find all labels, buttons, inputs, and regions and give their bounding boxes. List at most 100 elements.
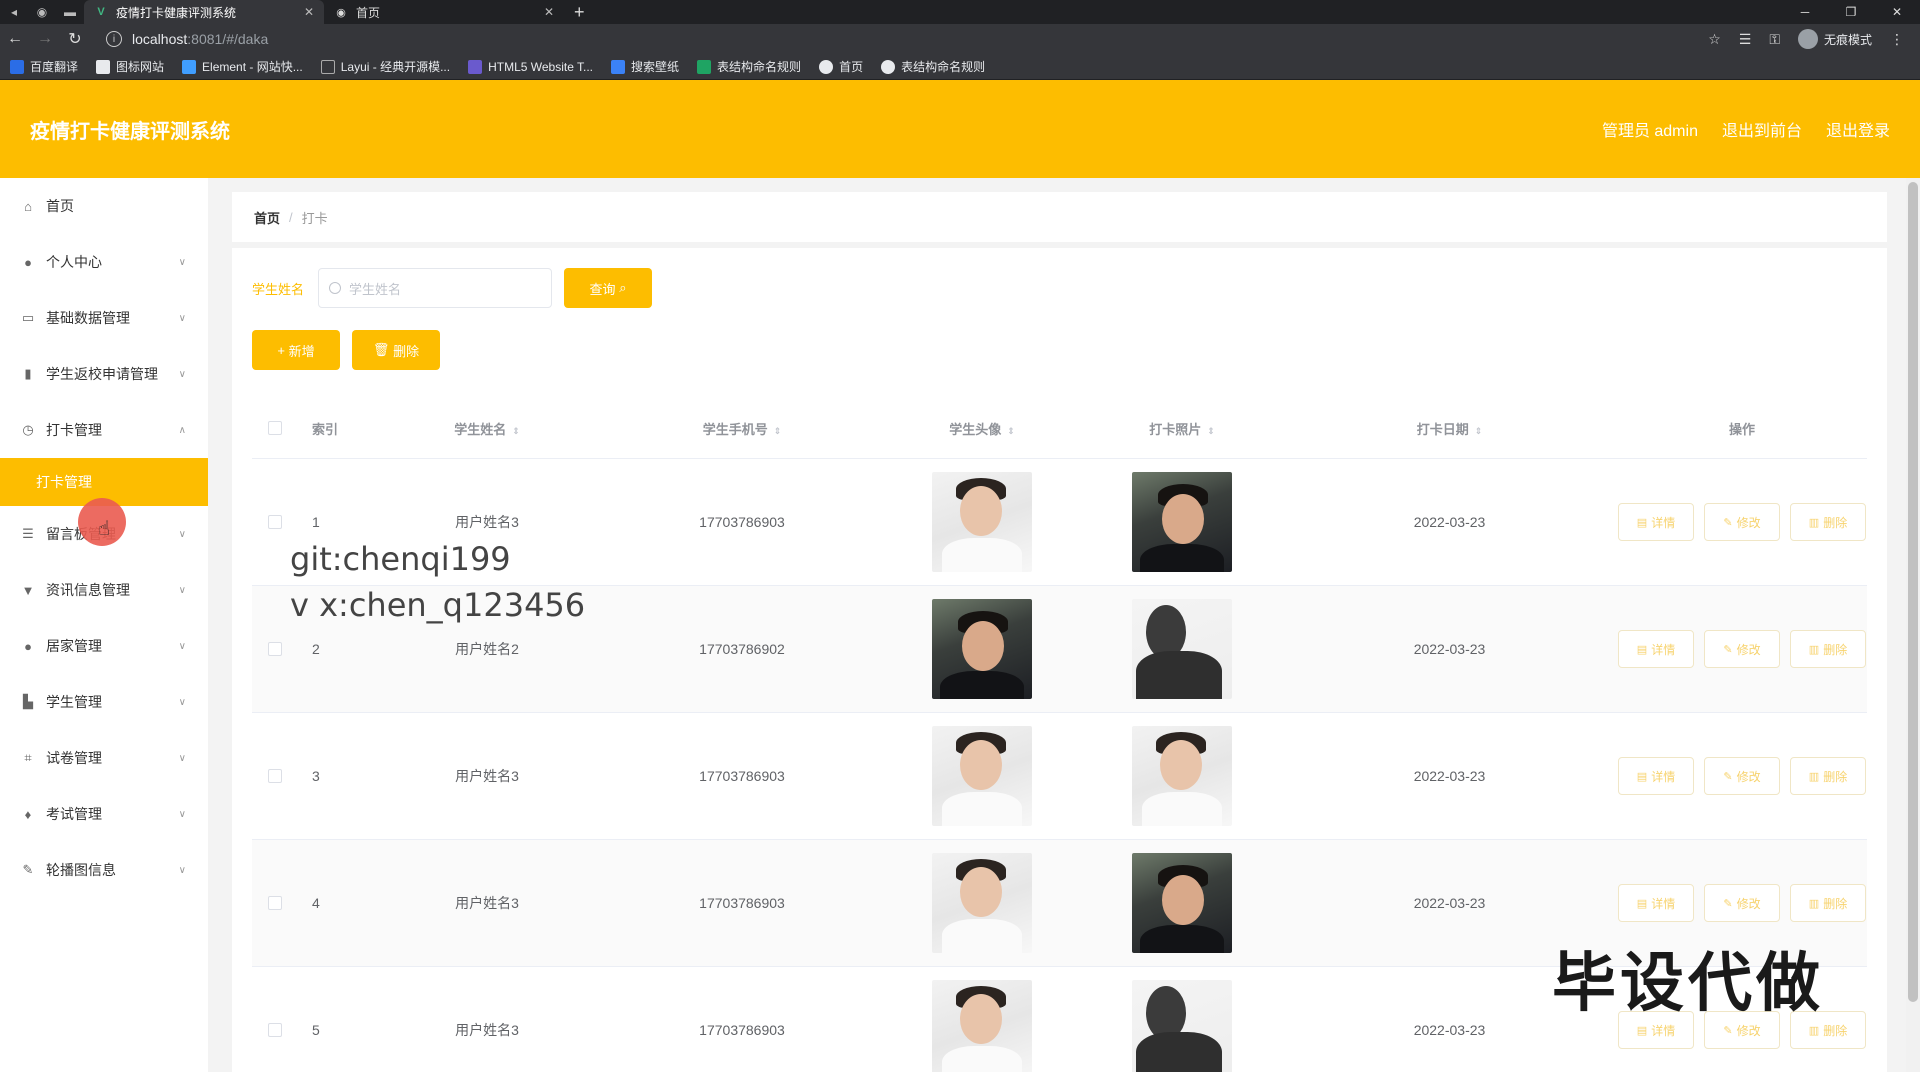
bookmark[interactable]: Element - 网站快...: [182, 58, 303, 75]
minimize-icon[interactable]: ─: [1782, 0, 1828, 24]
col-avatar[interactable]: 学生头像 ⇕: [882, 419, 1082, 438]
cell-checkin-photo[interactable]: [1082, 726, 1282, 826]
row-delete-button[interactable]: ▥ 删除: [1790, 630, 1866, 668]
sidebar-item-carousel[interactable]: ✎ 轮播图信息 ∨: [0, 842, 208, 898]
back-icon[interactable]: ←: [0, 30, 30, 48]
select-all-checkbox[interactable]: [267, 421, 282, 435]
sidebar-item-base-data[interactable]: ▭ 基础数据管理 ∨: [0, 290, 208, 346]
table-row[interactable]: 3 用户姓名3 17703786903 2022-03-23 ▤ 详情 ✎ 修改 ▥ 删除: [252, 712, 1867, 839]
cell-avatar-image[interactable]: [882, 726, 1082, 826]
breadcrumb-home[interactable]: 首页: [254, 208, 280, 227]
browser-tab-active[interactable]: V 疫情打卡健康评测系统 ✕: [84, 0, 324, 24]
document-icon: ▤: [1636, 770, 1648, 783]
query-button[interactable]: 查询 ⌕: [564, 268, 653, 308]
row-delete-button[interactable]: ▥ 删除: [1790, 884, 1866, 922]
bookmark[interactable]: Layui - 经典开源模...: [320, 58, 450, 75]
search-input[interactable]: 学生姓名: [318, 268, 553, 308]
col-date[interactable]: 打卡日期 ⇕: [1282, 419, 1617, 438]
cell-name: 用户姓名3: [455, 895, 519, 911]
search-label: 学生姓名: [252, 281, 305, 297]
window-icon[interactable]: ▬: [56, 0, 84, 24]
chevron-up-icon: ∧: [178, 424, 186, 436]
sidebar-item-profile[interactable]: ● 个人中心 ∨: [0, 234, 208, 290]
sidebar-item-news[interactable]: ▼ 资讯信息管理 ∨: [0, 562, 208, 618]
cell-index: 5: [312, 1022, 320, 1038]
sort-icon[interactable]: ⇕: [1475, 426, 1483, 436]
close-window-icon[interactable]: ✕: [1874, 0, 1920, 24]
star-icon[interactable]: ☆: [1708, 31, 1721, 48]
cell-checkin-photo[interactable]: [1082, 599, 1282, 699]
cell-phone: 17703786902: [699, 641, 785, 657]
bookmark[interactable]: 图标网站: [96, 58, 164, 75]
browser-tab[interactable]: ◉ 首页 ✕: [324, 0, 564, 24]
detail-button[interactable]: ▤ 详情: [1618, 884, 1694, 922]
close-icon[interactable]: ✕: [544, 5, 554, 19]
row-checkbox[interactable]: [267, 896, 282, 910]
html5-icon: [468, 59, 483, 74]
logout-link[interactable]: 退出登录: [1826, 117, 1890, 141]
bookmark[interactable]: 首页: [819, 58, 863, 75]
detail-button[interactable]: ▤ 详情: [1618, 757, 1694, 795]
frontend-link[interactable]: 退出到前台: [1722, 117, 1802, 141]
sidebar-item-exams[interactable]: ♦ 考试管理 ∨: [0, 786, 208, 842]
key-icon[interactable]: ⚿: [1769, 31, 1780, 48]
cell-checkin-photo[interactable]: [1082, 853, 1282, 953]
edit-button[interactable]: ✎ 修改: [1704, 757, 1780, 795]
close-icon[interactable]: ✕: [304, 5, 314, 19]
bookmarks-bar: 百度翻译 图标网站 Element - 网站快... Layui - 经典开源模…: [0, 54, 1920, 80]
col-photo[interactable]: 打卡照片 ⇕: [1082, 419, 1282, 438]
sort-icon[interactable]: ⇕: [774, 426, 782, 436]
sidebar-item-home-quarantine[interactable]: ● 居家管理 ∨: [0, 618, 208, 674]
sort-icon[interactable]: ⇕: [1207, 426, 1215, 436]
row-checkbox[interactable]: [267, 769, 282, 783]
sort-icon[interactable]: ⇕: [1007, 426, 1015, 436]
cell-avatar-image[interactable]: [882, 980, 1082, 1072]
row-checkbox[interactable]: [267, 1023, 282, 1037]
trash-icon: ▥: [1808, 516, 1820, 529]
speaker-icon[interactable]: ◂: [0, 0, 28, 24]
scrollbar-thumb[interactable]: [1908, 182, 1918, 1002]
detail-button[interactable]: ▤ 详情: [1618, 630, 1694, 668]
incognito-badge[interactable]: 无痕模式: [1797, 29, 1872, 49]
row-delete-button[interactable]: ▥ 删除: [1790, 757, 1866, 795]
cell-avatar-image[interactable]: [882, 599, 1082, 699]
row-checkbox[interactable]: [267, 515, 282, 529]
cell-checkin-photo[interactable]: [1082, 980, 1282, 1072]
sidebar-item-home[interactable]: ⌂ 首页: [0, 178, 208, 234]
cell-avatar-image[interactable]: [882, 853, 1082, 953]
url-field[interactable]: i localhost :8081/#/daka: [106, 31, 1708, 47]
cell-avatar-image[interactable]: [882, 472, 1082, 572]
forward-icon[interactable]: →: [30, 30, 60, 48]
pencil-icon: ✎: [1723, 516, 1733, 529]
cell-checkin-photo[interactable]: [1082, 472, 1282, 572]
new-tab-icon[interactable]: +: [574, 2, 585, 23]
reading-list-icon[interactable]: ☰: [1739, 31, 1752, 48]
col-name[interactable]: 学生姓名 ⇕: [372, 419, 602, 438]
row-delete-button[interactable]: ▥ 删除: [1790, 503, 1866, 541]
reload-icon[interactable]: ↻: [60, 29, 90, 49]
edit-button[interactable]: ✎ 修改: [1704, 503, 1780, 541]
cell-date: 2022-03-23: [1413, 641, 1486, 657]
sidebar-item-students[interactable]: ▙ 学生管理 ∨: [0, 674, 208, 730]
bookmark[interactable]: HTML5 Website T...: [468, 59, 593, 74]
menu-icon[interactable]: ⋮: [1890, 31, 1904, 48]
sidebar-item-papers[interactable]: ⌗ 试卷管理 ∨: [0, 730, 208, 786]
col-phone[interactable]: 学生手机号 ⇕: [602, 419, 882, 438]
bookmark[interactable]: 百度翻译: [10, 58, 78, 75]
bookmark[interactable]: 表结构命名规则: [697, 58, 801, 75]
delete-button[interactable]: 🗑 删除: [352, 330, 440, 370]
sort-icon[interactable]: ⇕: [512, 426, 520, 436]
add-button[interactable]: + 新增: [252, 330, 340, 370]
row-checkbox[interactable]: [267, 642, 282, 656]
bookmark[interactable]: 表结构命名规则: [881, 58, 985, 75]
restore-icon[interactable]: ❐: [1828, 0, 1874, 24]
sidebar-item-return-apply[interactable]: ▮ 学生返校申请管理 ∨: [0, 346, 208, 402]
edit-button[interactable]: ✎ 修改: [1704, 884, 1780, 922]
globe-icon[interactable]: ◉: [28, 0, 56, 24]
edit-button[interactable]: ✎ 修改: [1704, 630, 1780, 668]
detail-button[interactable]: ▤ 详情: [1618, 503, 1694, 541]
info-icon[interactable]: i: [106, 31, 122, 47]
bookmark[interactable]: 搜索壁纸: [611, 58, 679, 75]
sidebar-item-checkin[interactable]: ◷ 打卡管理 ∧: [0, 402, 208, 458]
chevron-down-icon: ∨: [178, 528, 186, 540]
